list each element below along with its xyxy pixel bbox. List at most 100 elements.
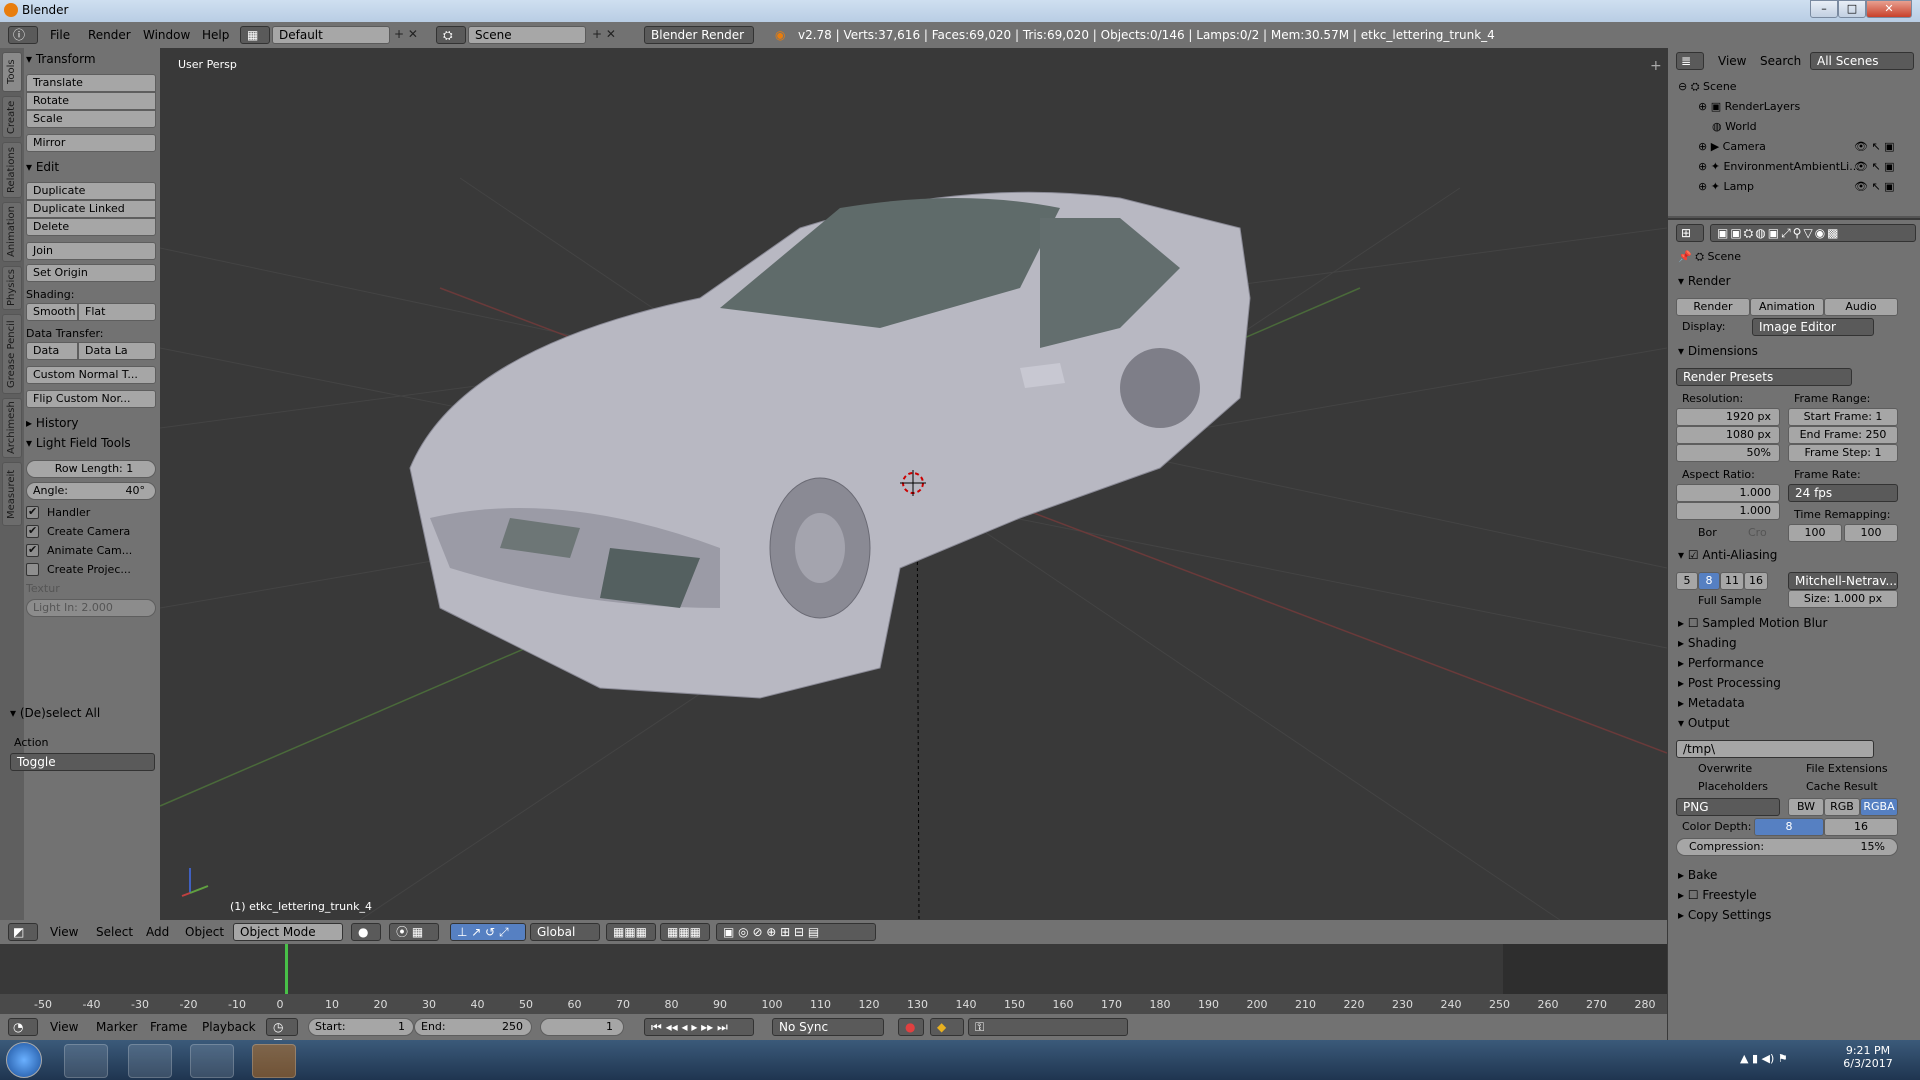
render-section-header[interactable]: ▾ Render — [1678, 274, 1731, 288]
remap-old-field[interactable]: 100 — [1788, 524, 1842, 542]
depth-16-button[interactable]: 16 — [1824, 818, 1898, 836]
end-frame-prop[interactable]: End Frame: 250 — [1788, 426, 1898, 444]
scale-button[interactable]: Scale — [26, 110, 156, 128]
properties-context-tabs[interactable]: ▣▣⛭◍▣⤢⚲▽◉▩ — [1710, 224, 1916, 242]
menu-file[interactable]: File — [50, 28, 70, 42]
resolution-percent-field[interactable]: 50% — [1676, 444, 1780, 462]
add-scene-icon[interactable]: + ✕ — [592, 27, 616, 41]
playback-controls[interactable]: ⏮ ◂◂ ◂ ▸ ▸▸ ⏭ — [644, 1018, 754, 1036]
rgba-button[interactable]: RGBA — [1860, 798, 1898, 816]
dimensions-section-header[interactable]: ▾ Dimensions — [1678, 344, 1758, 358]
border-checkbox[interactable]: Bor — [1698, 526, 1717, 539]
app-icon[interactable] — [190, 1044, 234, 1078]
start-frame-prop[interactable]: Start Frame: 1 — [1788, 408, 1898, 426]
remap-new-field[interactable]: 100 — [1844, 524, 1898, 542]
crop-checkbox[interactable]: Cro — [1748, 526, 1767, 539]
editor-type-icon[interactable]: ⓘ — [8, 26, 38, 44]
cache-result-checkbox[interactable]: Cache Result — [1806, 780, 1878, 793]
visibility-icons-2[interactable]: 👁 ↖ ▣ — [1854, 160, 1895, 173]
visibility-icons[interactable]: 👁 ↖ ▣ — [1854, 140, 1895, 153]
add-layout-icon[interactable]: + ✕ — [394, 27, 418, 41]
shading-section-header[interactable]: ▸ Shading — [1678, 636, 1737, 650]
end-frame-field[interactable]: End: 250 — [414, 1018, 532, 1036]
maximize-button[interactable]: □ — [1838, 0, 1866, 18]
layout-icon[interactable]: ▦ — [240, 26, 270, 44]
menu-window[interactable]: Window — [143, 28, 190, 42]
compression-slider[interactable]: Compression: 15% — [1676, 838, 1898, 856]
full-sample-checkbox[interactable]: Full Sample — [1698, 594, 1762, 607]
tab-physics[interactable]: Physics — [2, 266, 22, 310]
action-select[interactable]: Toggle — [10, 753, 155, 771]
scene-icon[interactable]: ⛭ — [436, 26, 466, 44]
outliner-filter-select[interactable]: All Scenes — [1810, 52, 1914, 70]
timeline-marker-menu[interactable]: Marker — [96, 1020, 137, 1034]
join-button[interactable]: Join — [26, 242, 156, 260]
aspect-x-field[interactable]: 1.000 — [1676, 484, 1780, 502]
row-length-field[interactable]: Row Length: 1 — [26, 460, 156, 478]
timeline[interactable]: -50 -40 -30 -20 -10 0 10 20 30 40 50 60 70 80 90 100 110… — [0, 944, 1667, 1014]
timeline-view-menu[interactable]: View — [50, 1020, 78, 1034]
close-button[interactable]: ✕ — [1866, 0, 1912, 18]
timeline-frame-menu[interactable]: Frame — [150, 1020, 187, 1034]
orientation-select[interactable]: Global — [530, 923, 600, 941]
mirror-button[interactable]: Mirror — [26, 134, 156, 152]
tab-grease-pencil[interactable]: Grease Pencil — [2, 314, 22, 394]
metadata-section-header[interactable]: ▸ Metadata — [1678, 696, 1745, 710]
rotate-button[interactable]: Rotate — [26, 92, 156, 110]
timeline-editor-icon[interactable]: ◔ — [8, 1018, 38, 1036]
frame-step-prop[interactable]: Frame Step: 1 — [1788, 444, 1898, 462]
filter-size-field[interactable]: Size: 1.000 px — [1788, 590, 1898, 608]
minimize-button[interactable]: – — [1810, 0, 1838, 18]
overwrite-checkbox[interactable]: Overwrite — [1698, 762, 1752, 775]
resolution-x-field[interactable]: 1920 px — [1676, 408, 1780, 426]
data-layout-button[interactable]: Data La — [78, 342, 156, 360]
handler-checkbox[interactable] — [26, 505, 39, 519]
flat-button[interactable]: Flat — [78, 303, 156, 321]
render-button[interactable]: Render — [1676, 298, 1750, 316]
file-explorer-icon[interactable] — [64, 1044, 108, 1078]
select-menu[interactable]: Select — [96, 925, 133, 939]
outliner-item-environment[interactable]: ⊕ ✦ EnvironmentAmbientLi... — [1698, 160, 1860, 173]
light-in-field[interactable]: Light In: 2.000 — [26, 599, 156, 617]
tab-relations[interactable]: Relations — [2, 142, 22, 198]
scene-select[interactable]: Scene — [468, 26, 586, 44]
outliner-item-camera[interactable]: ⊕ ▶ Camera — [1698, 140, 1766, 153]
blender-taskbar-icon[interactable] — [252, 1044, 296, 1078]
tab-animation[interactable]: Animation — [2, 202, 22, 262]
file-format-select[interactable]: PNG — [1676, 798, 1780, 816]
start-button[interactable] — [6, 1042, 42, 1078]
layers-grid-b[interactable]: ▦▦▦ — [660, 923, 710, 941]
create-projector-checkbox[interactable] — [26, 563, 39, 576]
angle-field[interactable]: Angle: 40° — [26, 482, 156, 500]
tab-measureit[interactable]: Measureit — [2, 462, 22, 526]
timeline-playback-menu[interactable]: Playback — [202, 1020, 256, 1034]
outliner-view-menu[interactable]: View — [1718, 54, 1746, 68]
post-processing-section-header[interactable]: ▸ Post Processing — [1678, 676, 1781, 690]
fps-select[interactable]: 24 fps — [1788, 484, 1898, 502]
aa-5-button[interactable]: 5 — [1676, 572, 1698, 590]
visibility-icons-3[interactable]: 👁 ↖ ▣ — [1854, 180, 1895, 193]
create-camera-checkbox[interactable] — [26, 524, 39, 538]
view-menu[interactable]: View — [50, 925, 78, 939]
animation-button[interactable]: Animation — [1750, 298, 1824, 316]
outliner-item-world[interactable]: ◍ World — [1712, 120, 1757, 133]
rgb-button[interactable]: RGB — [1824, 798, 1860, 816]
current-frame-marker[interactable] — [285, 944, 288, 994]
anti-aliasing-section-header[interactable]: ▾ ☑ Anti-Aliasing — [1678, 548, 1777, 562]
preview-range-icon[interactable]: ◷ ⊡ — [266, 1018, 298, 1050]
outliner-item-renderlayers[interactable]: ⊕ ▣ RenderLayers — [1698, 100, 1800, 113]
freestyle-section-header[interactable]: ▸ ☐ Freestyle — [1678, 888, 1757, 902]
sync-select[interactable]: No Sync — [772, 1018, 884, 1036]
tray-icons[interactable]: ▲ ▮ ◀) ⚑ — [1740, 1052, 1788, 1065]
add-menu[interactable]: Add — [146, 925, 169, 939]
translate-button[interactable]: Translate — [26, 74, 156, 92]
outliner-item-lamp[interactable]: ⊕ ✦ Lamp — [1698, 180, 1754, 193]
set-origin-select[interactable]: Set Origin — [26, 264, 156, 282]
delete-button[interactable]: Delete — [26, 218, 156, 236]
copy-settings-section-header[interactable]: ▸ Copy Settings — [1678, 908, 1771, 922]
transform-header[interactable]: ▾ Transform — [26, 52, 156, 70]
aa-16-button[interactable]: 16 — [1744, 572, 1768, 590]
animate-camera-checkbox[interactable] — [26, 543, 39, 557]
custom-normal-button[interactable]: Custom Normal T... — [26, 366, 156, 384]
display-select[interactable]: Image Editor — [1752, 318, 1874, 336]
